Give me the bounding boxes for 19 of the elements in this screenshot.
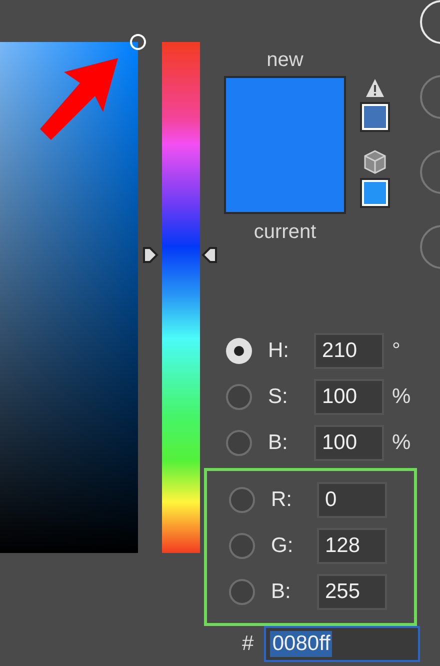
input-field[interactable]: 100: [314, 379, 384, 415]
input-field[interactable]: 210: [314, 333, 384, 369]
input-field[interactable]: 0: [317, 482, 387, 518]
input-field[interactable]: 128: [317, 528, 387, 564]
field-label: S:: [268, 384, 289, 410]
unit-label: °: [392, 338, 400, 364]
field-label: B:: [271, 579, 292, 606]
hex-label: #: [242, 631, 255, 658]
input-field[interactable]: 100: [314, 425, 384, 461]
field-label: R:: [271, 487, 293, 514]
field-label: B:: [268, 430, 289, 456]
new-label: new: [266, 48, 304, 72]
unit-label: %: [392, 384, 411, 410]
field-label: G:: [271, 533, 294, 560]
field-label: H:: [268, 338, 290, 364]
input-field[interactable]: 255: [317, 574, 387, 610]
current-label: current: [254, 220, 316, 244]
unit-label: %: [392, 430, 411, 456]
hex-input-field[interactable]: 0080ff: [264, 626, 420, 662]
